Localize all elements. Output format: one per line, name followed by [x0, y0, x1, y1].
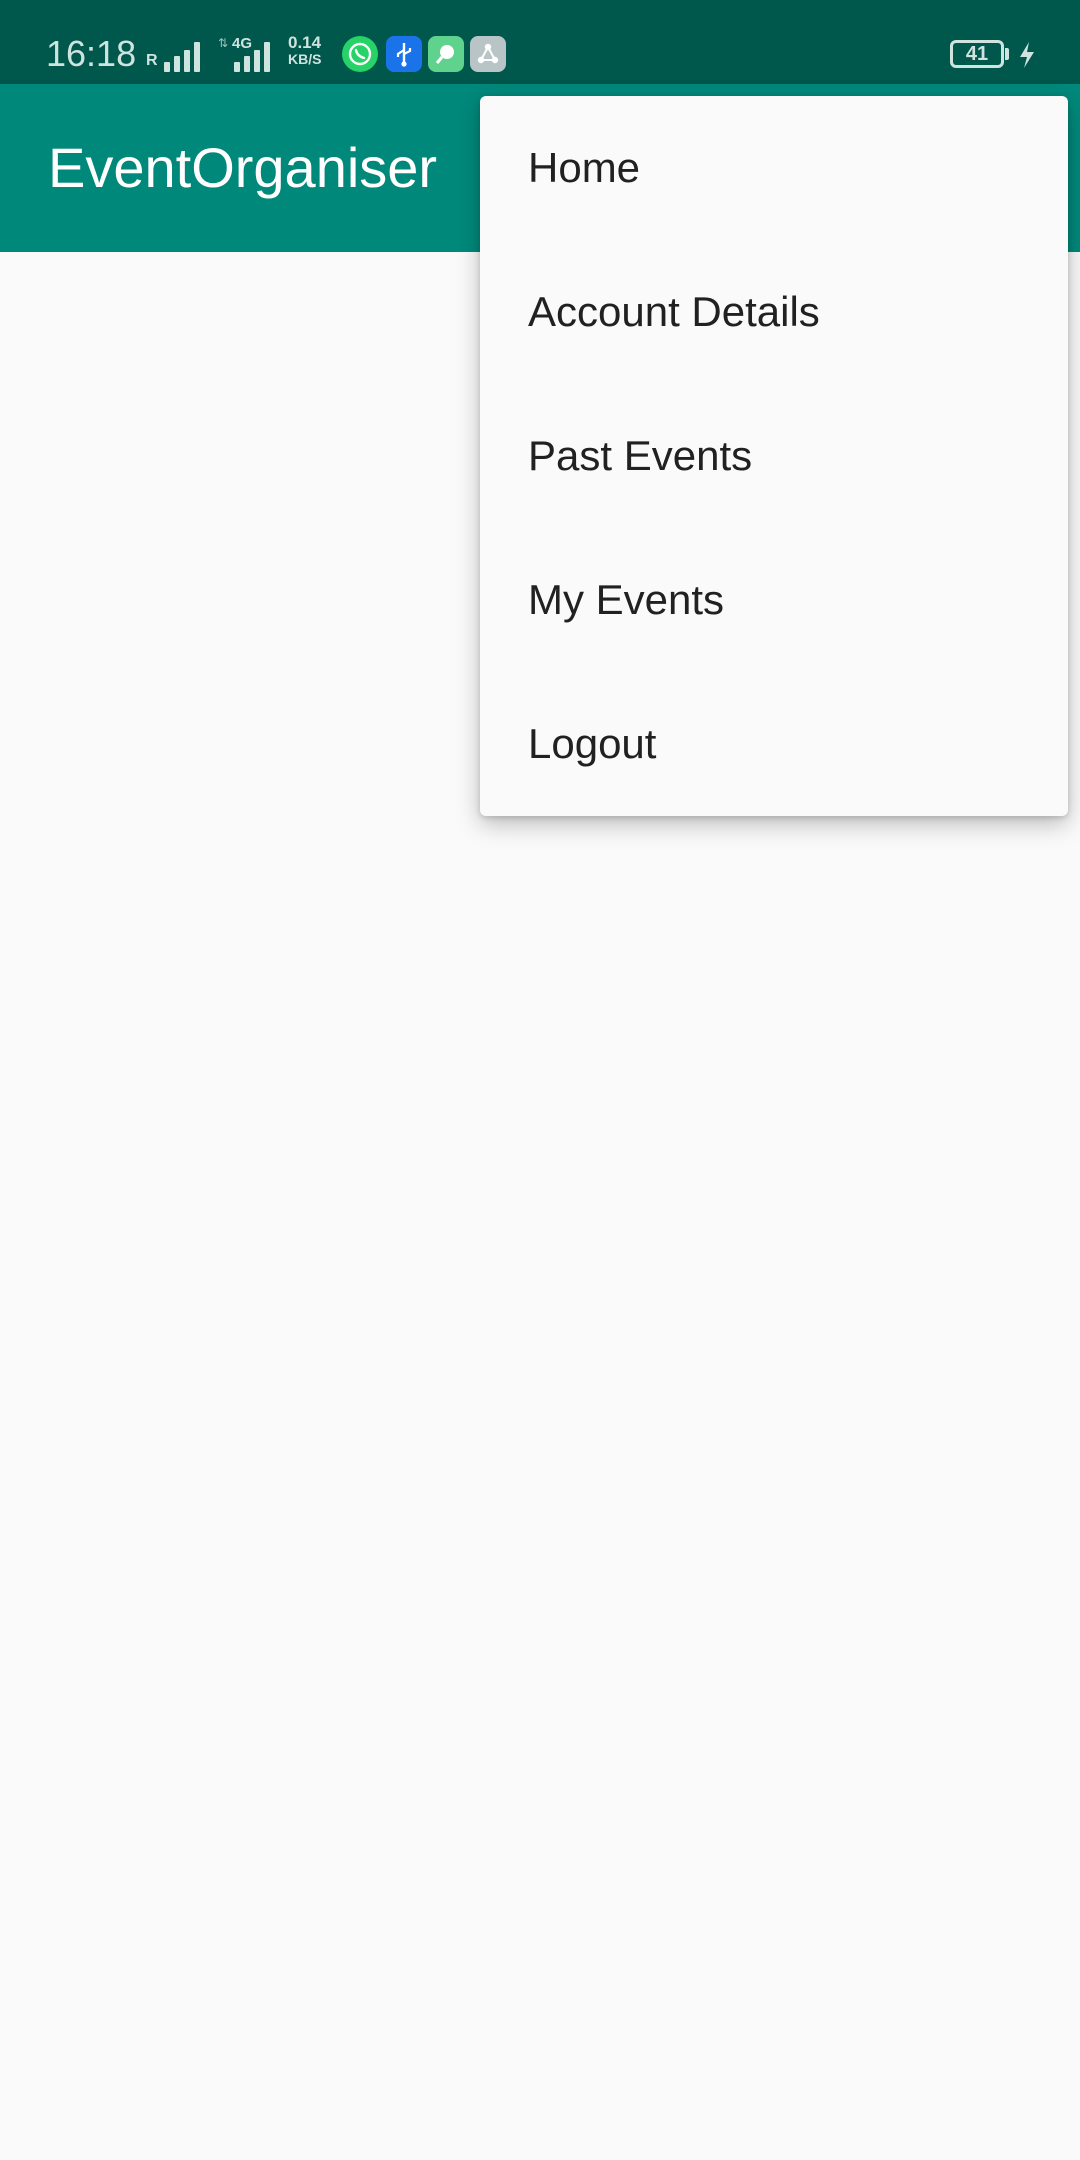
menu-item-label: Logout	[528, 720, 657, 767]
menu-item-account-details[interactable]: Account Details	[480, 240, 1068, 384]
menu-item-label: Home	[528, 144, 641, 191]
app-title: EventOrganiser	[48, 136, 438, 199]
menu-item-home[interactable]: Home	[480, 96, 1068, 240]
share-icon	[470, 36, 506, 72]
charging-icon	[1020, 42, 1034, 68]
signal-strength-4g-icon	[234, 36, 274, 72]
net-speed-unit: KB/S	[288, 51, 322, 67]
menu-item-past-events[interactable]: Past Events	[480, 384, 1068, 528]
status-bar: 16:18 R ⇅ 4G 0.14 KB/S 41	[0, 0, 1080, 84]
battery-icon: 41	[950, 40, 1004, 68]
data-arrows-icon: ⇅	[218, 36, 229, 50]
battery-tip	[1005, 48, 1009, 60]
overflow-menu: Home Account Details Past Events My Even…	[480, 96, 1068, 816]
maps-icon	[428, 36, 464, 72]
menu-item-label: Account Details	[528, 288, 820, 335]
status-time: 16:18	[46, 33, 137, 74]
menu-item-label: My Events	[528, 576, 725, 623]
net-speed-value: 0.14	[288, 33, 322, 52]
battery-level: 41	[965, 42, 989, 65]
roaming-label: R	[146, 52, 158, 69]
menu-item-logout[interactable]: Logout	[480, 672, 1068, 816]
usb-icon	[386, 36, 422, 72]
whatsapp-icon	[342, 36, 378, 72]
menu-item-my-events[interactable]: My Events	[480, 528, 1068, 672]
signal-strength-icon	[164, 36, 204, 72]
net-speed: 0.14 KB/S	[288, 34, 321, 68]
menu-item-label: Past Events	[528, 432, 753, 479]
